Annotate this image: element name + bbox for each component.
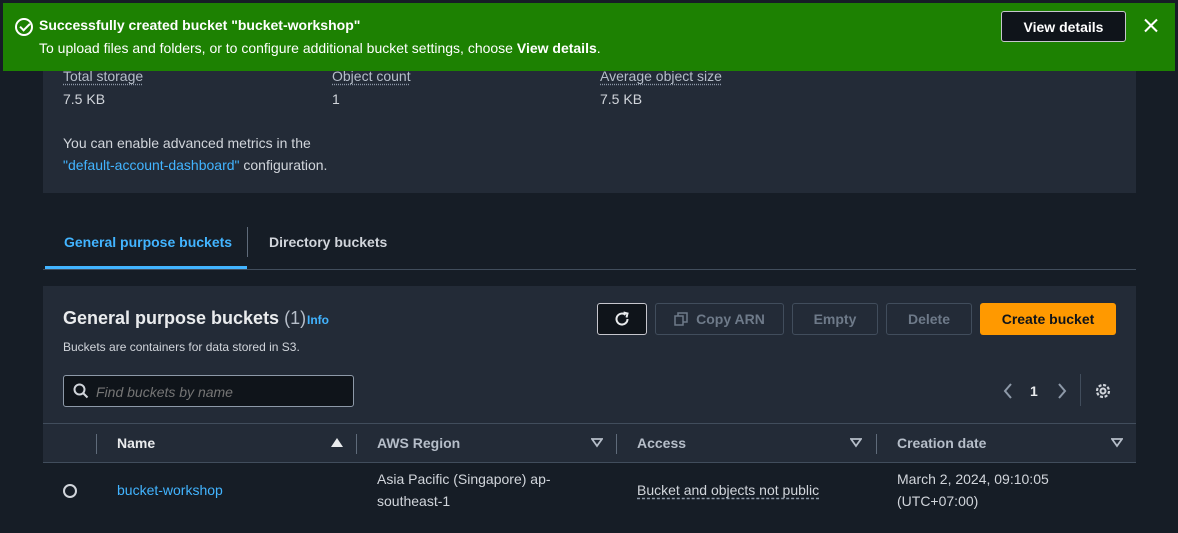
tab-general-purpose-buckets[interactable]: General purpose buckets — [64, 234, 232, 250]
table-header: Name AWS Region Access Creation date — [43, 423, 1136, 463]
buckets-table-panel: General purpose buckets (1) Info Buckets… — [43, 286, 1136, 517]
banner-desc-end: . — [596, 40, 601, 56]
total-storage-value: 7.5 KB — [63, 91, 106, 107]
success-flashbar: Successfully created bucket "bucket-work… — [3, 3, 1175, 71]
copy-icon — [674, 312, 688, 326]
column-divider — [616, 434, 617, 454]
panel-description: Buckets are containers for data stored i… — [63, 340, 300, 354]
column-header-creation-date[interactable]: Creation date — [897, 435, 986, 451]
column-divider — [876, 434, 877, 454]
refresh-icon — [615, 311, 629, 326]
column-header-name[interactable]: Name — [117, 435, 155, 451]
bucket-creation-date: March 2, 2024, 09:10:05 (UTC+07:00) — [897, 468, 1049, 512]
avg-object-size-metric: Average object size 7.5 KB — [600, 68, 722, 107]
bucket-name-link[interactable]: bucket-workshop — [117, 479, 223, 501]
object-count-value: 1 — [332, 91, 340, 107]
dashboard-config-link[interactable]: "default-account-dashboard" — [63, 157, 240, 173]
advanced-metrics-text: You can enable advanced metrics in the — [63, 135, 311, 151]
sort-caret-down-icon[interactable] — [591, 438, 603, 448]
bucket-count: (1) — [284, 308, 307, 328]
active-tab-indicator — [45, 266, 247, 269]
create-bucket-button[interactable]: Create bucket — [980, 303, 1116, 335]
region-line: southeast-1 — [377, 493, 451, 509]
pager-divider — [1080, 374, 1081, 406]
chevron-right-icon[interactable] — [1055, 381, 1069, 401]
bucket-region: Asia Pacific (Singapore) ap- southeast-1 — [377, 468, 551, 512]
object-count-metric: Object count 1 — [332, 68, 411, 107]
sort-ascending-icon[interactable] — [331, 438, 343, 447]
sort-caret-down-icon[interactable] — [1111, 438, 1123, 448]
current-page[interactable]: 1 — [1030, 383, 1038, 399]
region-line: Asia Pacific (Singapore) ap- — [377, 471, 551, 487]
bucket-type-tabs: General purpose buckets Directory bucket… — [43, 220, 1136, 270]
search-input[interactable] — [96, 384, 336, 400]
total-storage-metric: Total storage 7.5 KB — [63, 68, 143, 107]
banner-desc-text: To upload files and folders, or to confi… — [39, 40, 517, 56]
column-header-access[interactable]: Access — [637, 435, 686, 451]
copy-arn-label: Copy ARN — [696, 311, 765, 327]
info-link[interactable]: Info — [307, 313, 329, 327]
date-line: March 2, 2024, 09:10:05 — [897, 471, 1049, 487]
advanced-metrics-suffix: configuration. — [239, 157, 328, 173]
column-header-region[interactable]: AWS Region — [377, 435, 460, 451]
bucket-access[interactable]: Bucket and objects not public — [637, 479, 819, 501]
search-icon — [73, 383, 89, 399]
chevron-left-icon[interactable] — [1001, 381, 1015, 401]
panel-title: General purpose buckets (1) — [63, 308, 306, 329]
close-icon[interactable] — [1140, 15, 1162, 37]
empty-button[interactable]: Empty — [792, 303, 878, 335]
banner-description: To upload files and folders, or to confi… — [39, 40, 601, 56]
date-line: (UTC+07:00) — [897, 493, 979, 509]
row-select-radio[interactable] — [63, 484, 77, 498]
avg-object-size-value: 7.5 KB — [600, 91, 643, 107]
panel-title-text: General purpose buckets — [63, 308, 280, 328]
success-check-icon — [15, 18, 33, 36]
view-details-button[interactable]: View details — [1001, 11, 1126, 42]
refresh-button[interactable] — [597, 303, 647, 335]
advanced-metrics-note: You can enable advanced metrics in the "… — [63, 132, 327, 176]
column-divider — [356, 434, 357, 454]
gear-icon[interactable] — [1093, 381, 1113, 401]
sort-caret-down-icon[interactable] — [850, 438, 862, 448]
column-divider — [96, 434, 97, 454]
table-row: bucket-workshop Asia Pacific (Singapore)… — [43, 463, 1136, 517]
copy-arn-button[interactable]: Copy ARN — [655, 303, 784, 335]
search-field[interactable] — [63, 375, 354, 407]
tab-directory-buckets[interactable]: Directory buckets — [269, 234, 387, 250]
tab-divider — [247, 227, 248, 257]
delete-button[interactable]: Delete — [886, 303, 972, 335]
banner-title: Successfully created bucket "bucket-work… — [39, 17, 361, 33]
banner-desc-bold: View details — [516, 40, 597, 56]
